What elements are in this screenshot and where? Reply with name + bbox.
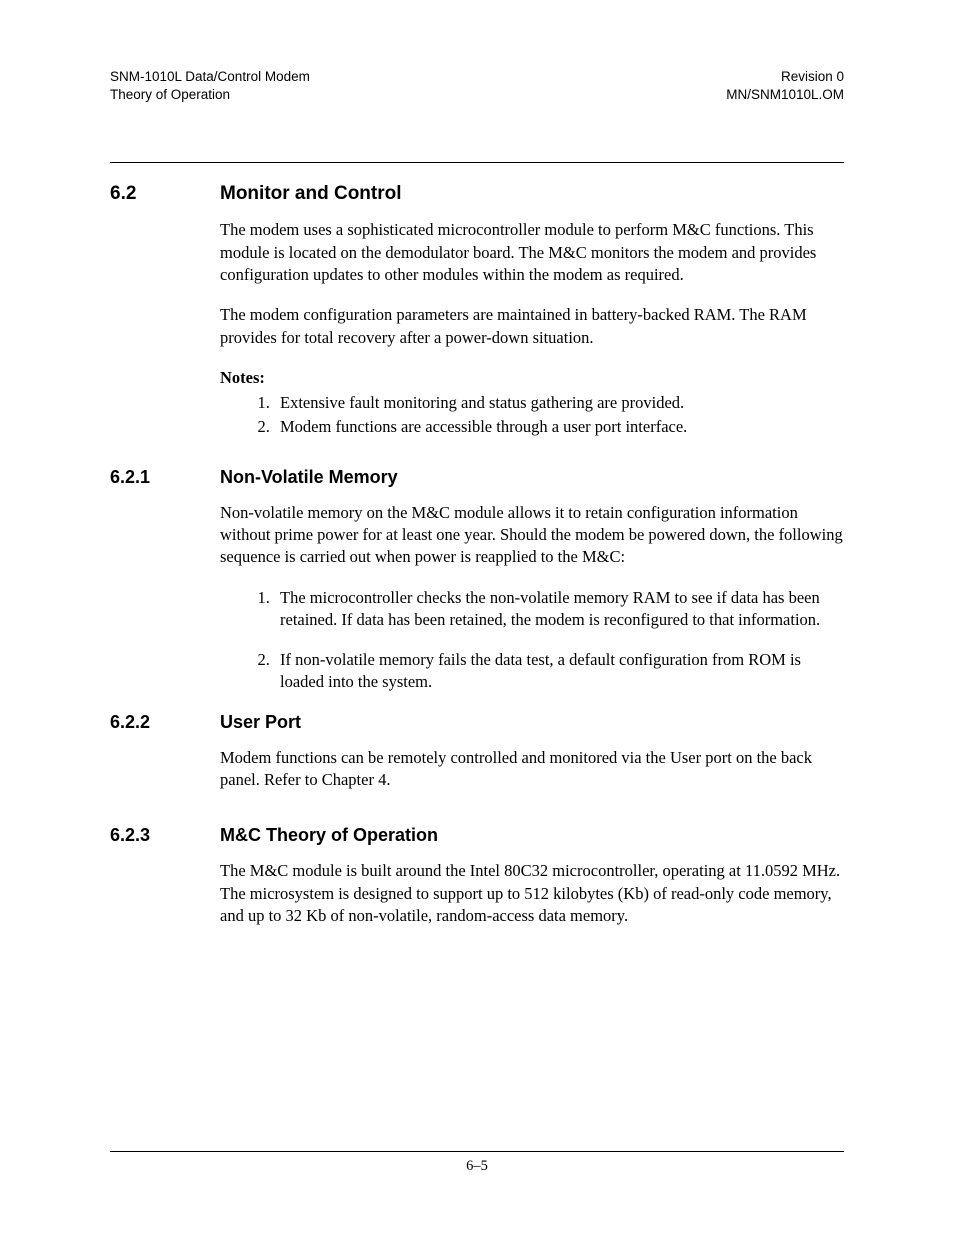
section-number: 6.2 (110, 183, 220, 205)
section-title: M&C Theory of Operation (220, 825, 438, 846)
header-right: Revision 0 MN/SNM1010L.OM (726, 68, 844, 104)
page-footer: 6–5 (110, 1151, 844, 1175)
header-left: SNM-1010L Data/Control Modem Theory of O… (110, 68, 310, 104)
section-6-2-3-heading: 6.2.3 M&C Theory of Operation (110, 825, 844, 846)
section-6-2-3-body: The M&C module is built around the Intel… (220, 860, 844, 927)
paragraph: Modem functions can be remotely controll… (220, 747, 844, 792)
section-title: User Port (220, 712, 301, 733)
section-number: 6.2.3 (110, 825, 220, 846)
page-content: 6.2 Monitor and Control The modem uses a… (110, 163, 844, 927)
list-item: Modem functions are accessible through a… (274, 415, 844, 439)
paragraph: The M&C module is built around the Intel… (220, 860, 844, 927)
section-title: Monitor and Control (220, 183, 402, 205)
section-6-2-body: The modem uses a sophisticated microcont… (220, 219, 844, 438)
section-6-2-2-heading: 6.2.2 User Port (110, 712, 844, 733)
page-number: 6–5 (110, 1158, 844, 1175)
section-title: Non-Volatile Memory (220, 467, 398, 488)
paragraph: Non-volatile memory on the M&C module al… (220, 502, 844, 569)
header-left-line2: Theory of Operation (110, 86, 310, 104)
section-number: 6.2.2 (110, 712, 220, 733)
header-left-line1: SNM-1010L Data/Control Modem (110, 68, 310, 86)
footer-rule (110, 1151, 844, 1152)
page-header: SNM-1010L Data/Control Modem Theory of O… (110, 68, 844, 104)
notes-label: Notes: (220, 367, 844, 389)
paragraph: The modem configuration parameters are m… (220, 304, 844, 349)
section-6-2-1-heading: 6.2.1 Non-Volatile Memory (110, 467, 844, 488)
section-6-2-heading: 6.2 Monitor and Control (110, 183, 844, 205)
section-number: 6.2.1 (110, 467, 220, 488)
list-item: Extensive fault monitoring and status ga… (274, 391, 844, 415)
section-6-2-1-body: Non-volatile memory on the M&C module al… (220, 502, 844, 694)
list-item: The microcontroller checks the non-volat… (274, 587, 844, 632)
paragraph: The modem uses a sophisticated microcont… (220, 219, 844, 286)
list-item: If non-volatile memory fails the data te… (274, 649, 844, 694)
section-6-2-2-body: Modem functions can be remotely controll… (220, 747, 844, 792)
header-right-line1: Revision 0 (726, 68, 844, 86)
notes-list: Extensive fault monitoring and status ga… (274, 391, 844, 439)
header-right-line2: MN/SNM1010L.OM (726, 86, 844, 104)
steps-list: The microcontroller checks the non-volat… (274, 587, 844, 694)
